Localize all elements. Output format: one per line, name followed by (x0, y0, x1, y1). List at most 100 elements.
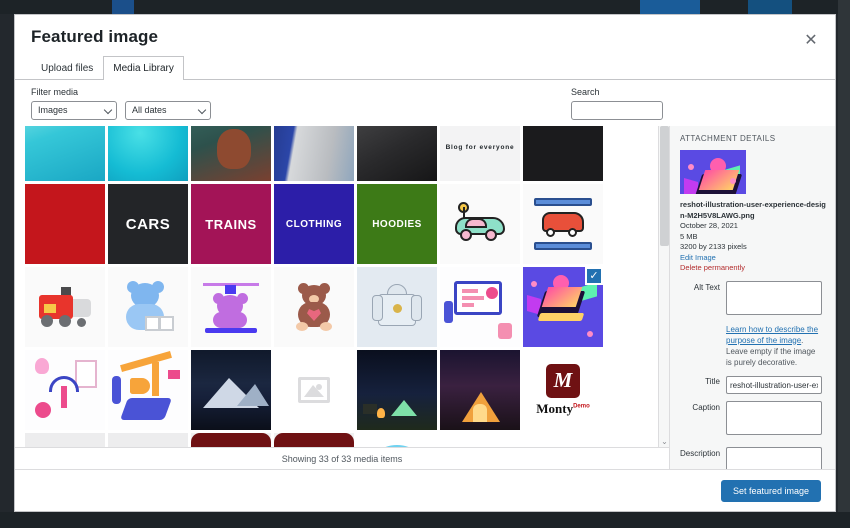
media-item-thumbnail (523, 126, 603, 181)
media-item-thumbnail (25, 350, 105, 430)
title-field-row: Title (680, 375, 827, 394)
media-item-monty-mark-2[interactable]: M (274, 433, 354, 447)
delete-permanently-link[interactable]: Delete permanently (680, 263, 827, 274)
media-item-thumbnail (191, 350, 271, 430)
selected-check-icon[interactable]: ✓ (585, 267, 603, 285)
alt-text-input[interactable] (726, 280, 822, 315)
media-item-user-experience-design-illustration[interactable]: ✓ (523, 267, 603, 347)
date-filter-select-wrap: All dates (125, 100, 211, 120)
media-item-thumbnail: HOODIES (357, 184, 437, 264)
grid-scrollbar[interactable]: ⌃ ⌄ (658, 126, 669, 447)
media-item-thumbnail (25, 267, 105, 347)
filter-toolbar: Filter media Images All dates Search (15, 80, 835, 126)
media-item-monty-demo-logo[interactable]: M MontyDemo (523, 350, 603, 430)
scrollbar-thumb[interactable] (660, 126, 669, 246)
media-item-toy-car-illustration[interactable] (440, 184, 520, 264)
media-item-thumbnail (357, 267, 437, 347)
media-item-monty-mark-1[interactable]: M (191, 433, 271, 447)
caption-input[interactable] (726, 401, 822, 435)
media-item-cars-category-tile[interactable]: CARS (108, 184, 188, 264)
media-item-thumbnail: ontyD (108, 433, 188, 447)
backdrop-accent-b (640, 0, 700, 14)
caption-field-row: Caption (680, 401, 827, 440)
media-item-street-building-photo[interactable] (274, 126, 354, 181)
title-label: Title (705, 376, 720, 386)
alt-text-help: Learn how to describe the purpose of the… (726, 324, 822, 368)
media-item-thumbnail (440, 267, 520, 347)
media-item-graphic-design-illustration[interactable] (25, 350, 105, 430)
media-item-monty-wordmark-large[interactable]: onty (25, 433, 105, 447)
title-input[interactable] (726, 376, 822, 394)
backdrop-bottom-strip (0, 512, 850, 528)
media-item-hoodie-illustration[interactable] (357, 267, 437, 347)
media-item-thumbnail (274, 350, 354, 430)
attachment-filesize: 5 MB (680, 231, 698, 241)
tab-media-library[interactable]: Media Library (103, 56, 184, 80)
date-filter-select[interactable]: All dates (125, 101, 211, 120)
media-item-person-portrait-photo[interactable] (191, 126, 271, 181)
media-type-select[interactable]: Images (31, 101, 117, 120)
attachment-thumbnail-art (680, 150, 746, 194)
edit-image-link[interactable]: Edit Image (680, 253, 827, 264)
media-item-thumbnail (108, 267, 188, 347)
media-item-thumbnail (191, 267, 271, 347)
caption-label: Caption (692, 403, 720, 412)
media-item-black-banner[interactable] (523, 126, 603, 181)
media-item-fox-illustration[interactable] (357, 433, 437, 447)
media-item-red-banner[interactable] (25, 184, 105, 264)
media-item-thumbnail (440, 184, 520, 264)
media-item-marketing-megaphone-illustration[interactable] (108, 350, 188, 430)
media-item-thumbnail (274, 126, 354, 181)
media-item-bear-machine-illustration[interactable] (191, 267, 271, 347)
media-type-select-wrap: Images (31, 100, 117, 120)
attachment-dimensions: 3200 by 2133 pixels (680, 242, 747, 251)
media-item-trains-category-tile[interactable]: TRAINS (191, 184, 271, 264)
media-item-car-factory-illustration[interactable] (523, 184, 603, 264)
media-item-dark-portrait-photo[interactable] (357, 126, 437, 181)
media-item-thumbnail (523, 184, 603, 264)
media-item-turquoise-water-photo[interactable] (108, 126, 188, 181)
media-item-thumbnail (357, 126, 437, 181)
media-item-toy-train-illustration[interactable] (25, 267, 105, 347)
media-item-thumbnail (357, 433, 437, 447)
media-item-thumbnail (108, 350, 188, 430)
media-item-monty-wordmark-small[interactable]: ontyD (108, 433, 188, 447)
close-icon[interactable]: ✕ (793, 23, 829, 59)
media-item-clothing-category-tile[interactable]: CLOTHING (274, 184, 354, 264)
alt-text-help-link[interactable]: Learn how to describe the purpose of the… (726, 325, 818, 345)
description-input[interactable] (726, 447, 822, 469)
media-item-beach-aerial-photo[interactable] (25, 126, 105, 181)
media-item-web-design-illustration[interactable] (440, 267, 520, 347)
media-count-text: Showing 33 of 33 media items (281, 453, 403, 464)
media-item-thumbnail (440, 350, 520, 430)
media-grid-pane: Blog for everyone CARS TRAINS CLOTHING HOODI… (15, 126, 669, 469)
media-item-camping-night-photo[interactable] (357, 350, 437, 430)
description-field-row: Description (680, 447, 827, 469)
media-item-glowing-tent-photo[interactable] (440, 350, 520, 430)
media-item-teddy-bear-blocks-illustration[interactable] (108, 267, 188, 347)
page-title: Featured image (31, 27, 159, 46)
filter-selects: Images All dates (31, 100, 819, 120)
media-item-mountain-night-photo[interactable] (191, 350, 271, 430)
media-item-teddy-bear-heart-illustration[interactable] (274, 267, 354, 347)
media-grid-scroll[interactable]: Blog for everyone CARS TRAINS CLOTHING HOODI… (23, 126, 661, 447)
screen: Featured image ✕ Upload files Media Libr… (0, 0, 850, 528)
media-item-thumbnail: CLOTHING (274, 184, 354, 264)
media-item-thumbnail: Blog for everyone (440, 126, 520, 181)
backdrop-right-strip (838, 0, 850, 528)
attachment-thumbnail[interactable] (680, 150, 746, 194)
featured-image-modal: Featured image ✕ Upload files Media Libr… (14, 14, 836, 512)
media-item-hoodies-category-tile[interactable]: HOODIES (357, 184, 437, 264)
media-item-thumbnail: M (274, 433, 354, 447)
modal-tabs: Upload files Media Library (15, 55, 835, 80)
backdrop-accent-c (748, 0, 792, 14)
set-featured-image-button[interactable]: Set featured image (720, 479, 821, 502)
scroll-down-icon[interactable]: ⌄ (660, 436, 669, 447)
media-grid: Blog for everyone CARS TRAINS CLOTHING HOODI… (23, 126, 661, 447)
search-input[interactable] (571, 100, 663, 120)
tab-upload-files[interactable]: Upload files (31, 56, 103, 80)
backdrop-accent-a (112, 0, 134, 14)
media-item-blog-banner[interactable]: Blog for everyone (440, 126, 520, 181)
media-item-thumbnail (25, 184, 105, 264)
media-item-image-placeholder[interactable] (274, 350, 354, 430)
